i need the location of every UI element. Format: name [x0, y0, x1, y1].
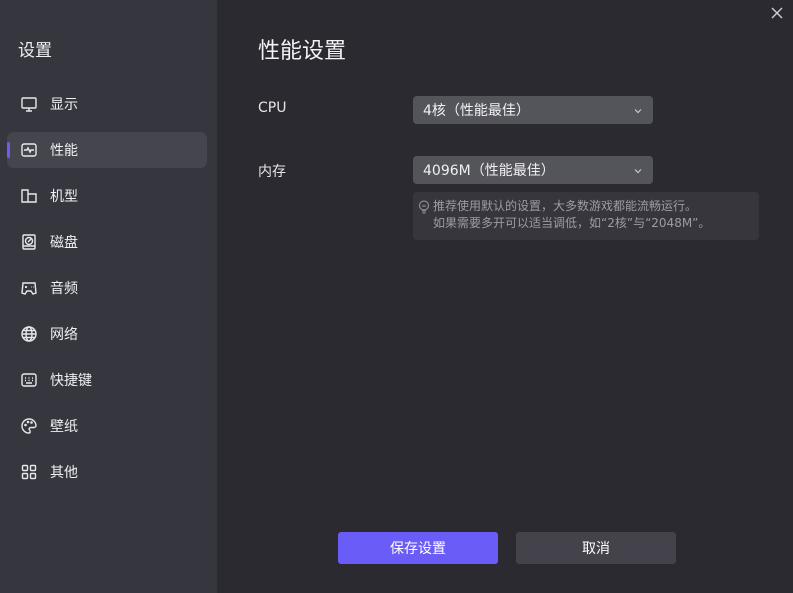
sidebar-item-audio[interactable]: 音频: [7, 270, 207, 306]
sidebar-item-label: 壁纸: [50, 419, 78, 435]
sidebar-item-label: 音频: [50, 281, 78, 297]
cpu-label: CPU: [258, 100, 287, 116]
sidebar-nav: 显示 性能 机型 磁盘 音频 网络 快捷键 壁纸 其他: [7, 86, 207, 500]
sidebar-item-hotkeys[interactable]: 快捷键: [7, 362, 207, 398]
sidebar-item-label: 磁盘: [50, 235, 78, 251]
gamepad-icon: [20, 279, 38, 297]
palette-icon: [20, 417, 38, 435]
chevron-down-icon: [633, 104, 643, 114]
sidebar-item-label: 机型: [50, 189, 78, 205]
chevron-down-icon: [633, 164, 643, 174]
memory-value: 4096M（性能最佳）: [423, 163, 555, 179]
sidebar-item-performance[interactable]: 性能: [7, 132, 207, 168]
cancel-button[interactable]: 取消: [516, 532, 676, 564]
close-button[interactable]: [769, 5, 785, 21]
sidebar-title: 设置: [18, 41, 52, 61]
sidebar-item-label: 其他: [50, 465, 78, 481]
sidebar-item-other[interactable]: 其他: [7, 454, 207, 490]
sidebar-item-display[interactable]: 显示: [7, 86, 207, 122]
monitor-icon: [20, 95, 38, 113]
sidebar-item-label: 网络: [50, 327, 78, 343]
sidebar-item-model[interactable]: 机型: [7, 178, 207, 214]
memory-select[interactable]: 4096M（性能最佳）: [413, 156, 653, 184]
lightbulb-icon: [419, 200, 429, 214]
hint-line-1: 推荐使用默认的设置，大多数游戏都能流畅运行。: [433, 199, 698, 213]
hint-line-2: 如果需要多开可以适当调低，如“2核”与“2048M”。: [433, 216, 711, 230]
sidebar: 设置 显示 性能 机型 磁盘 音频 网络 快捷键 壁纸 其他: [0, 0, 217, 593]
cpu-select[interactable]: 4核（性能最佳）: [413, 96, 653, 124]
sidebar-item-disk[interactable]: 磁盘: [7, 224, 207, 260]
performance-icon: [20, 141, 38, 159]
page-title: 性能设置: [258, 39, 347, 64]
sidebar-item-label: 快捷键: [50, 373, 92, 389]
grid-icon: [20, 463, 38, 481]
sidebar-item-network[interactable]: 网络: [7, 316, 207, 352]
memory-label: 内存: [258, 164, 286, 180]
folder-icon: [20, 187, 38, 205]
sidebar-item-label: 显示: [50, 97, 78, 113]
save-button[interactable]: 保存设置: [338, 532, 498, 564]
hint-box: 推荐使用默认的设置，大多数游戏都能流畅运行。 如果需要多开可以适当调低，如“2核…: [413, 192, 759, 240]
keyboard-icon: [20, 371, 38, 389]
disk-icon: [20, 233, 38, 251]
sidebar-item-wallpaper[interactable]: 壁纸: [7, 408, 207, 444]
sidebar-item-label: 性能: [50, 143, 78, 159]
close-icon: [771, 7, 783, 19]
cpu-value: 4核（性能最佳）: [423, 103, 530, 119]
globe-icon: [20, 325, 38, 343]
